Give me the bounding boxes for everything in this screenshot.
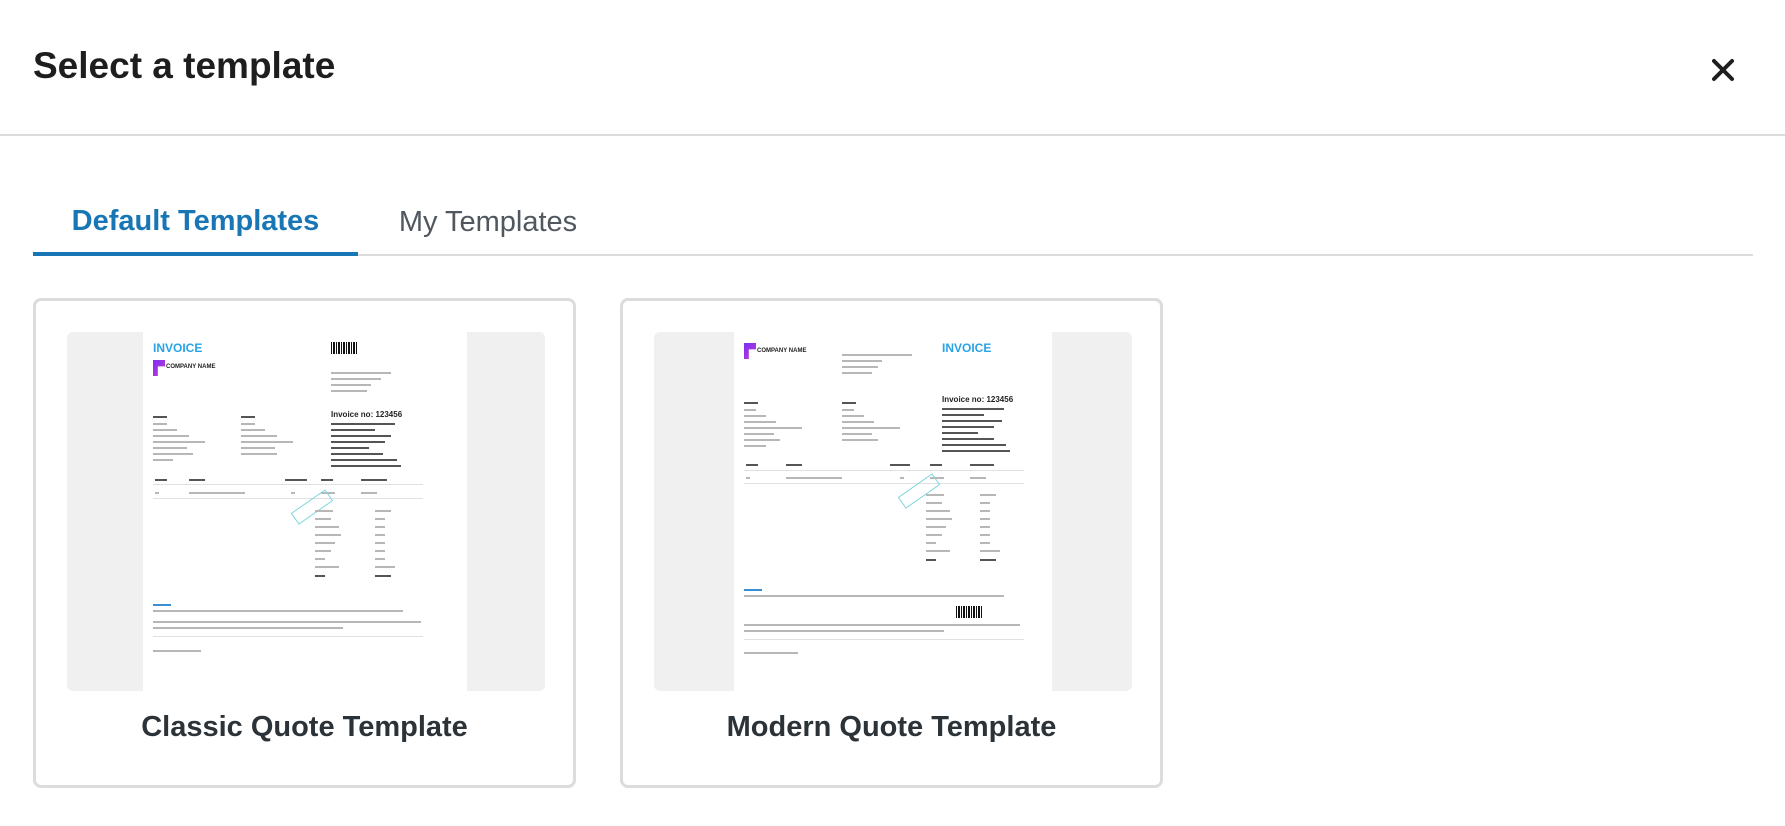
close-icon: [1712, 59, 1734, 81]
barcode-icon: [956, 606, 982, 618]
tab-my-templates[interactable]: My Templates: [363, 190, 613, 254]
template-preview-classic: INVOICE COMPANY NAME Invoice no: 123456: [67, 332, 545, 691]
invoice-number: Invoice no: 123456: [331, 410, 403, 419]
template-preview-modern: COMPANY NAME INVOICE Invoice no: 123456: [654, 332, 1132, 691]
template-card-modern[interactable]: COMPANY NAME INVOICE Invoice no: 123456: [620, 298, 1163, 788]
barcode-icon: [331, 342, 357, 354]
template-name: Classic Quote Template: [141, 711, 468, 743]
invoice-preview-document: INVOICE COMPANY NAME Invoice no: 123456: [143, 332, 467, 691]
close-button[interactable]: [1704, 48, 1742, 92]
tab-default-templates[interactable]: Default Templates: [33, 190, 358, 256]
template-tabs: Default Templates My Templates: [33, 190, 1753, 256]
dialog-header: Select a template: [0, 0, 1785, 136]
company-name: COMPANY NAME: [757, 348, 807, 354]
template-card-classic[interactable]: INVOICE COMPANY NAME Invoice no: 123456: [33, 298, 576, 788]
invoice-number: Invoice no: 123456: [942, 395, 1014, 404]
template-name: Modern Quote Template: [726, 711, 1057, 743]
company-logo-icon: [744, 343, 756, 359]
invoice-heading: INVOICE: [942, 341, 992, 355]
company-name: COMPANY NAME: [166, 364, 216, 370]
company-logo-icon: [153, 360, 165, 376]
dialog-title: Select a template: [33, 45, 336, 86]
invoice-preview-document: COMPANY NAME INVOICE Invoice no: 123456: [734, 332, 1052, 691]
invoice-heading: INVOICE: [153, 341, 203, 355]
